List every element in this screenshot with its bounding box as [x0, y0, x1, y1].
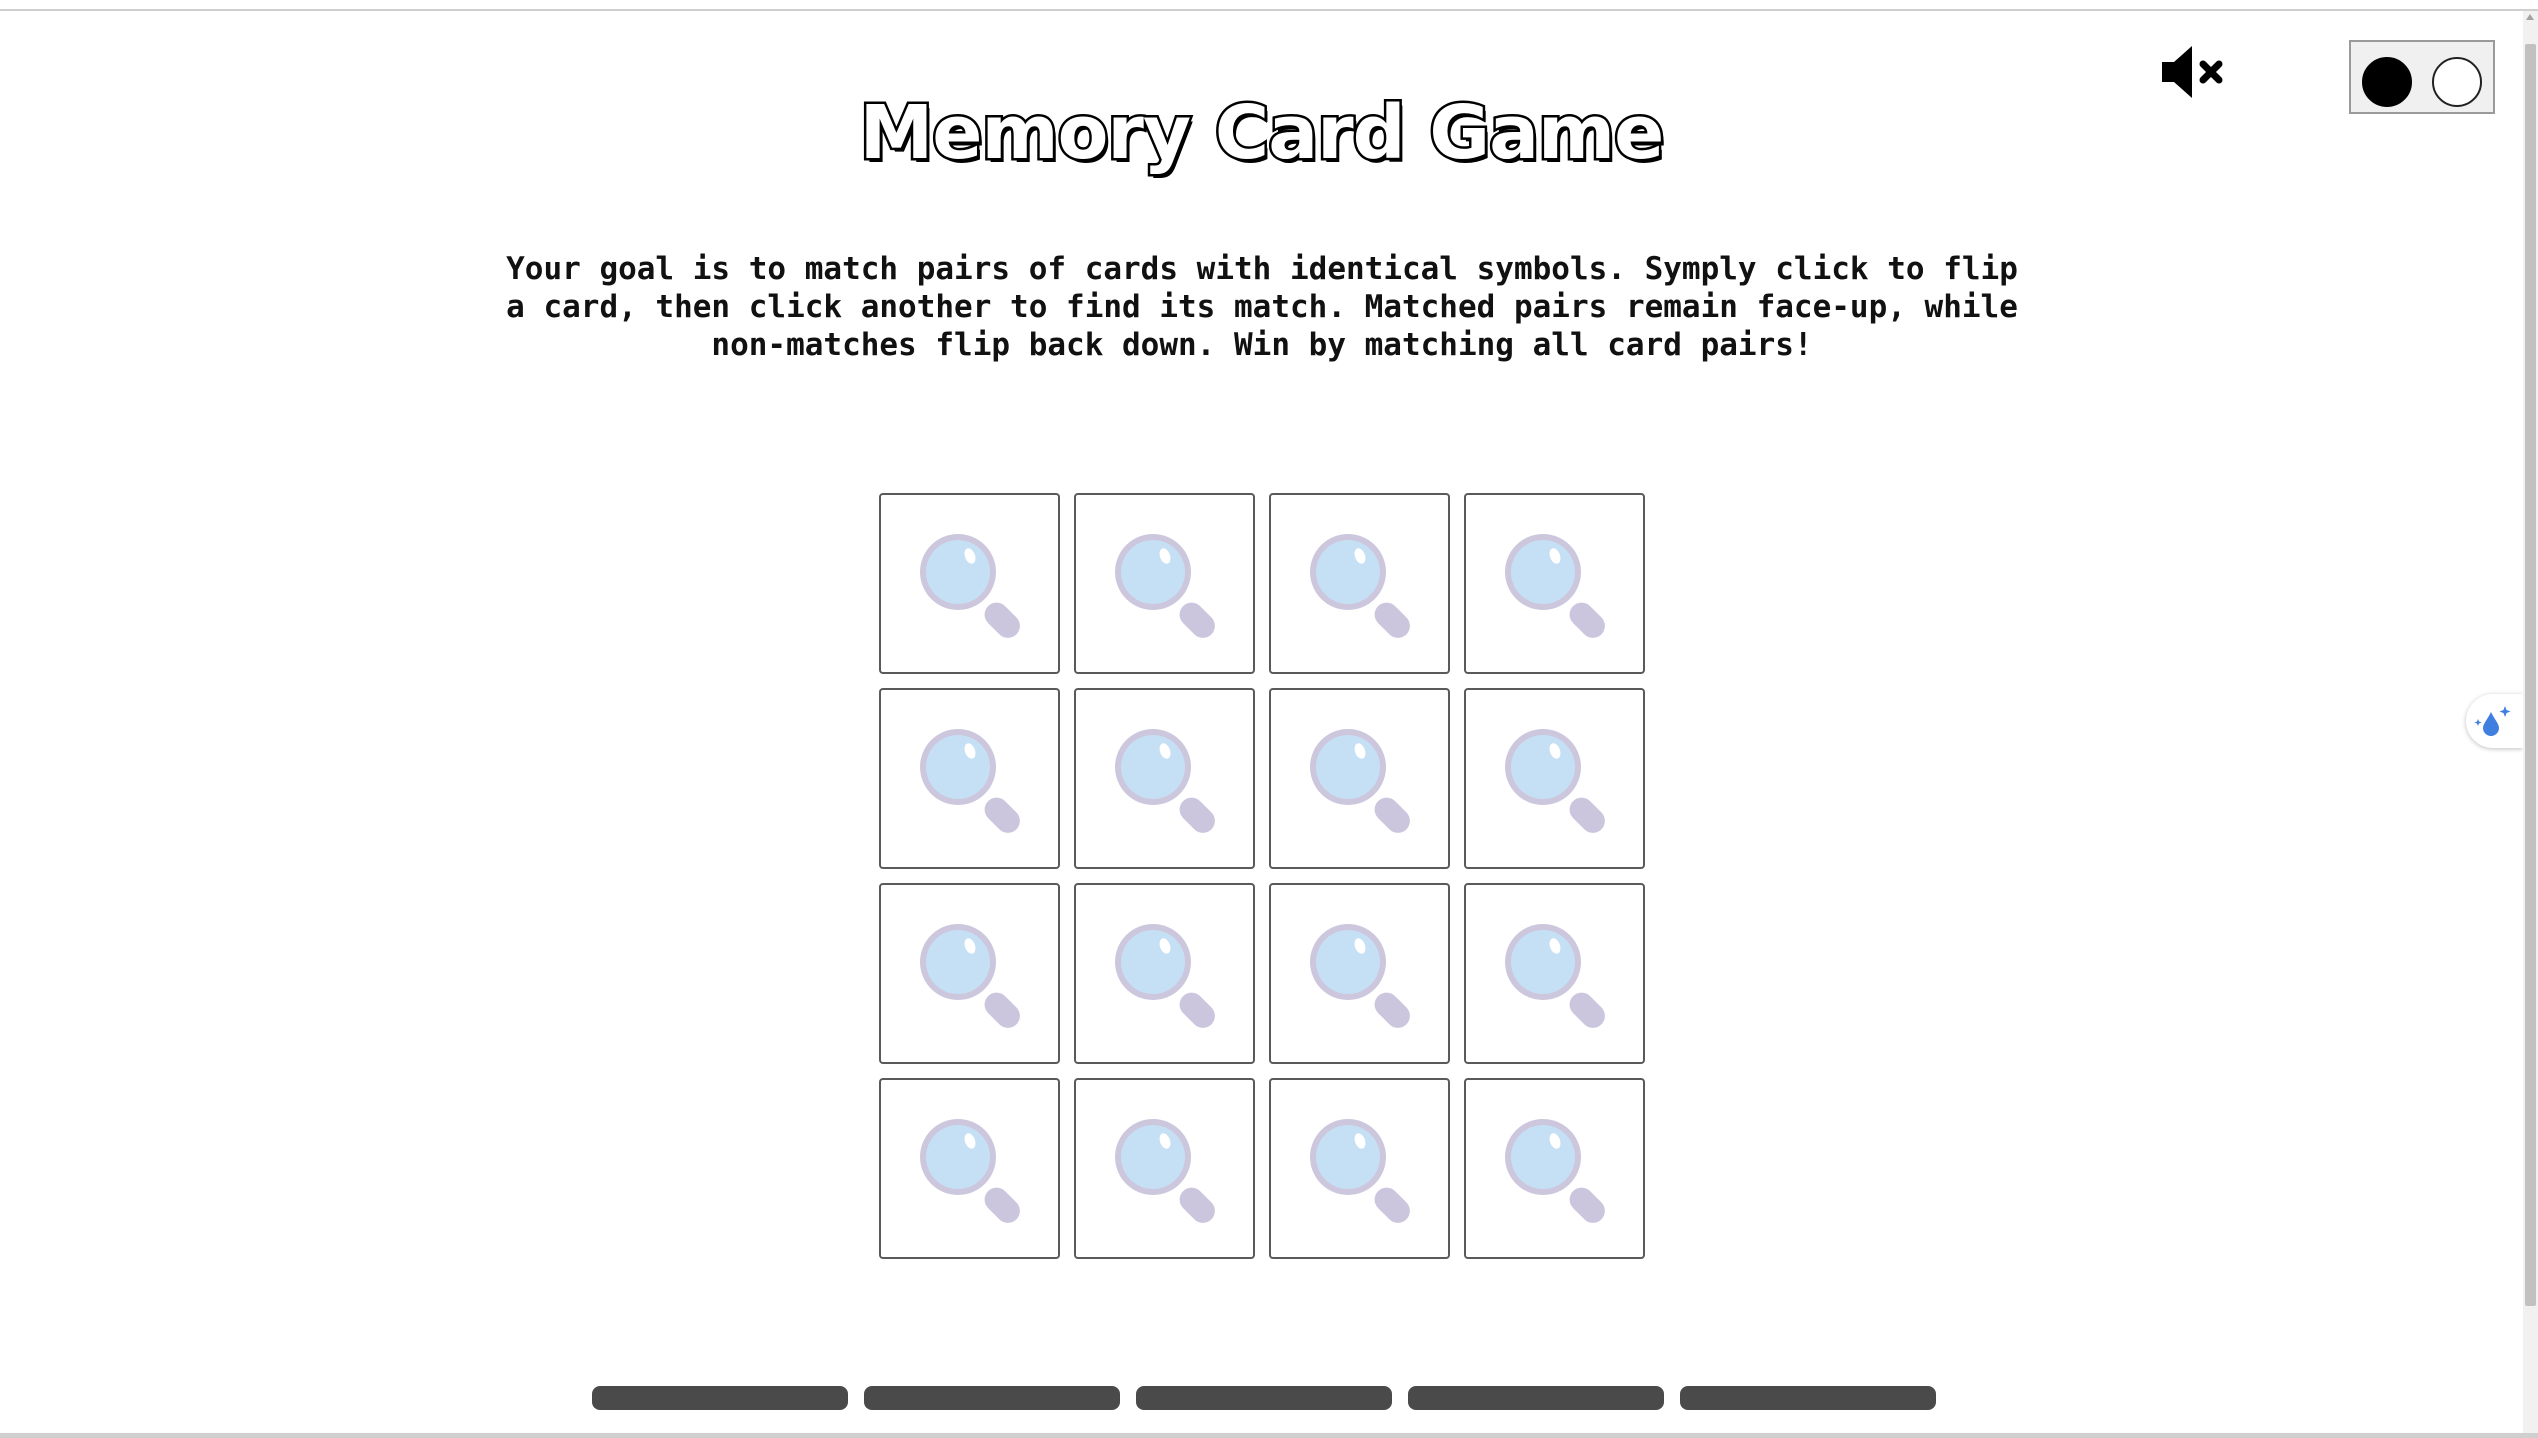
memory-card[interactable]: [1269, 493, 1450, 674]
memory-card[interactable]: [879, 1078, 1060, 1259]
scrollbar-thumb[interactable]: [2525, 44, 2536, 1306]
magnifying-glass-icon: [919, 728, 1020, 833]
memory-card[interactable]: [1464, 688, 1645, 869]
memory-card[interactable]: [1074, 493, 1255, 674]
card-grid: [879, 493, 1646, 1260]
magnifying-glass-icon: [1114, 728, 1215, 833]
progress-bar-segment: [592, 1386, 848, 1410]
magnifying-glass-icon: [1504, 533, 1605, 638]
magnifying-glass-icon: [1504, 923, 1605, 1028]
magnifying-glass-icon: [919, 1118, 1020, 1223]
light-theme-option[interactable]: [2432, 57, 2482, 107]
magnifying-glass-icon: [1504, 728, 1605, 833]
bottom-divider: [0, 1433, 2538, 1438]
magnifying-glass-icon: [1309, 728, 1410, 833]
memory-card[interactable]: [879, 493, 1060, 674]
magnifying-glass-icon: [919, 923, 1020, 1028]
memory-card[interactable]: [1464, 883, 1645, 1064]
magnifying-glass-icon: [1114, 533, 1215, 638]
theme-toggle[interactable]: [2349, 40, 2495, 114]
magnifying-glass-icon: [1504, 1118, 1605, 1223]
memory-card[interactable]: [1269, 1078, 1450, 1259]
side-assistant-button[interactable]: [2466, 694, 2523, 748]
magnifying-glass-icon: [1114, 1118, 1215, 1223]
magnifying-glass-icon: [919, 533, 1020, 638]
mute-button[interactable]: [2160, 42, 2228, 102]
memory-card[interactable]: [1464, 493, 1645, 674]
memory-card[interactable]: [879, 883, 1060, 1064]
top-divider: [0, 9, 2538, 11]
magnifying-glass-icon: [1309, 533, 1410, 638]
page-title: Memory Card Game: [857, 88, 1667, 179]
dark-theme-option[interactable]: [2362, 57, 2412, 107]
memory-card[interactable]: [1464, 1078, 1645, 1259]
speaker-muted-icon: [2162, 46, 2223, 98]
memory-card[interactable]: [879, 688, 1060, 869]
memory-card[interactable]: [1074, 688, 1255, 869]
progress-bar-segment: [864, 1386, 1120, 1410]
progress-bar-segment: [1408, 1386, 1664, 1410]
memory-card[interactable]: [1074, 1078, 1255, 1259]
game-instructions: Your goal is to match pairs of cards wit…: [506, 251, 2018, 363]
memory-card[interactable]: [1074, 883, 1255, 1064]
magnifying-glass-icon: [1114, 923, 1215, 1028]
memory-card[interactable]: [1269, 883, 1450, 1064]
progress-bar-segment: [1680, 1386, 1936, 1410]
magnifying-glass-icon: [1309, 1118, 1410, 1223]
memory-card[interactable]: [1269, 688, 1450, 869]
page: Memory Card Game Your goal is to match p…: [0, 0, 2538, 1438]
magnifying-glass-icon: [1309, 923, 1410, 1028]
sparkle-droplet-icon: [2474, 706, 2511, 736]
scroll-up-arrow[interactable]: [2526, 14, 2534, 20]
progress-bar-segment: [1136, 1386, 1392, 1410]
progress-bars: [592, 1386, 1936, 1410]
